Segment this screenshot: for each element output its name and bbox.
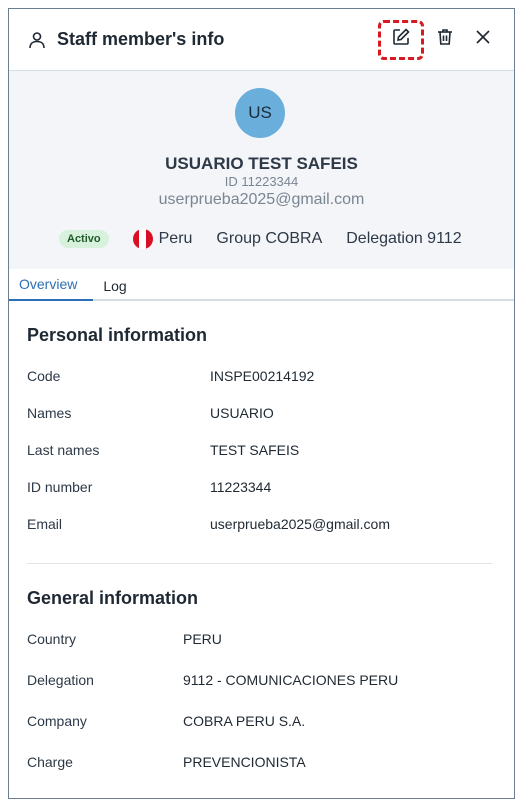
- trash-icon: [435, 27, 455, 52]
- panel-header: Staff member's info: [9, 9, 514, 71]
- close-icon: [474, 28, 492, 51]
- info-row-names: Names USUARIO: [27, 405, 492, 442]
- user-id: ID 11223344: [224, 174, 299, 189]
- user-name: USUARIO TEST SAFEIS: [165, 154, 358, 173]
- tab-bar: Overview Log: [9, 269, 514, 301]
- group-text: Group COBRA: [216, 230, 323, 247]
- row-value: userprueba2025@gmail.com: [210, 516, 390, 532]
- row-label: Email: [27, 516, 63, 532]
- tab-log[interactable]: Log: [93, 278, 139, 301]
- user-email: userprueba2025@gmail.com: [158, 191, 365, 208]
- row-value: INSPE00214192: [210, 368, 315, 384]
- edit-button[interactable]: [378, 19, 424, 60]
- row-label: Delegation: [27, 672, 94, 688]
- delegation-text: Delegation 9112: [346, 230, 462, 247]
- delete-button[interactable]: [428, 23, 462, 57]
- row-label: Last names: [27, 442, 100, 458]
- row-value: PERU: [183, 631, 222, 647]
- personal-information-section: Personal information Code INSPE00214192 …: [27, 325, 492, 563]
- row-value: TEST SAFEIS: [210, 442, 300, 458]
- row-label: Country: [27, 631, 77, 647]
- row-label: ID number: [27, 479, 93, 495]
- edit-icon: [391, 27, 411, 52]
- section-title-general: General information: [27, 588, 199, 608]
- info-row-company: Company COBRA PERU S.A.: [27, 713, 492, 754]
- info-row-delegation: Delegation 9112 - COMUNICACIONES PERU: [27, 672, 492, 713]
- close-button[interactable]: [466, 23, 500, 57]
- profile-summary: US USUARIO TEST SAFEIS ID 11223344 userp…: [9, 71, 514, 269]
- info-row-charge: Charge PREVENCIONISTA: [27, 754, 492, 795]
- status-badge: Activo: [59, 230, 109, 248]
- profile-meta-row: Activo Peru Group COBRA Delegation 9112: [59, 229, 486, 249]
- tab-overview[interactable]: Overview: [9, 276, 94, 301]
- row-value: PREVENCIONISTA: [183, 754, 306, 770]
- panel-title: Staff member's info: [57, 29, 225, 49]
- country-text: Peru: [158, 230, 193, 247]
- peru-flag-icon: [132, 229, 153, 249]
- info-row-email: Email userprueba2025@gmail.com: [27, 516, 492, 553]
- row-label: Charge: [27, 754, 73, 770]
- person-icon: [27, 29, 49, 51]
- info-row-code: Code INSPE00214192: [27, 368, 492, 405]
- row-label: Company: [27, 713, 87, 729]
- row-label: Code: [27, 368, 61, 384]
- info-row-country: Country PERU: [27, 631, 492, 672]
- row-value: USUARIO: [210, 405, 274, 421]
- row-value: COBRA PERU S.A.: [183, 713, 306, 729]
- header-actions: [378, 19, 500, 60]
- row-value: 9112 - COMUNICACIONES PERU: [183, 672, 399, 688]
- overview-content: Personal information Code INSPE00214192 …: [9, 325, 514, 795]
- info-row-id-number: ID number 11223344: [27, 479, 492, 516]
- staff-info-panel: Staff member's info US USUARIO TEST SAFE…: [8, 8, 515, 799]
- section-title-personal: Personal information: [27, 325, 208, 345]
- row-label: Names: [27, 405, 72, 421]
- avatar: US: [235, 88, 285, 138]
- general-information-section: General information Country PERU Delegat…: [27, 588, 492, 795]
- section-divider: [27, 563, 492, 564]
- row-value: 11223344: [210, 479, 272, 495]
- info-row-last-names: Last names TEST SAFEIS: [27, 442, 492, 479]
